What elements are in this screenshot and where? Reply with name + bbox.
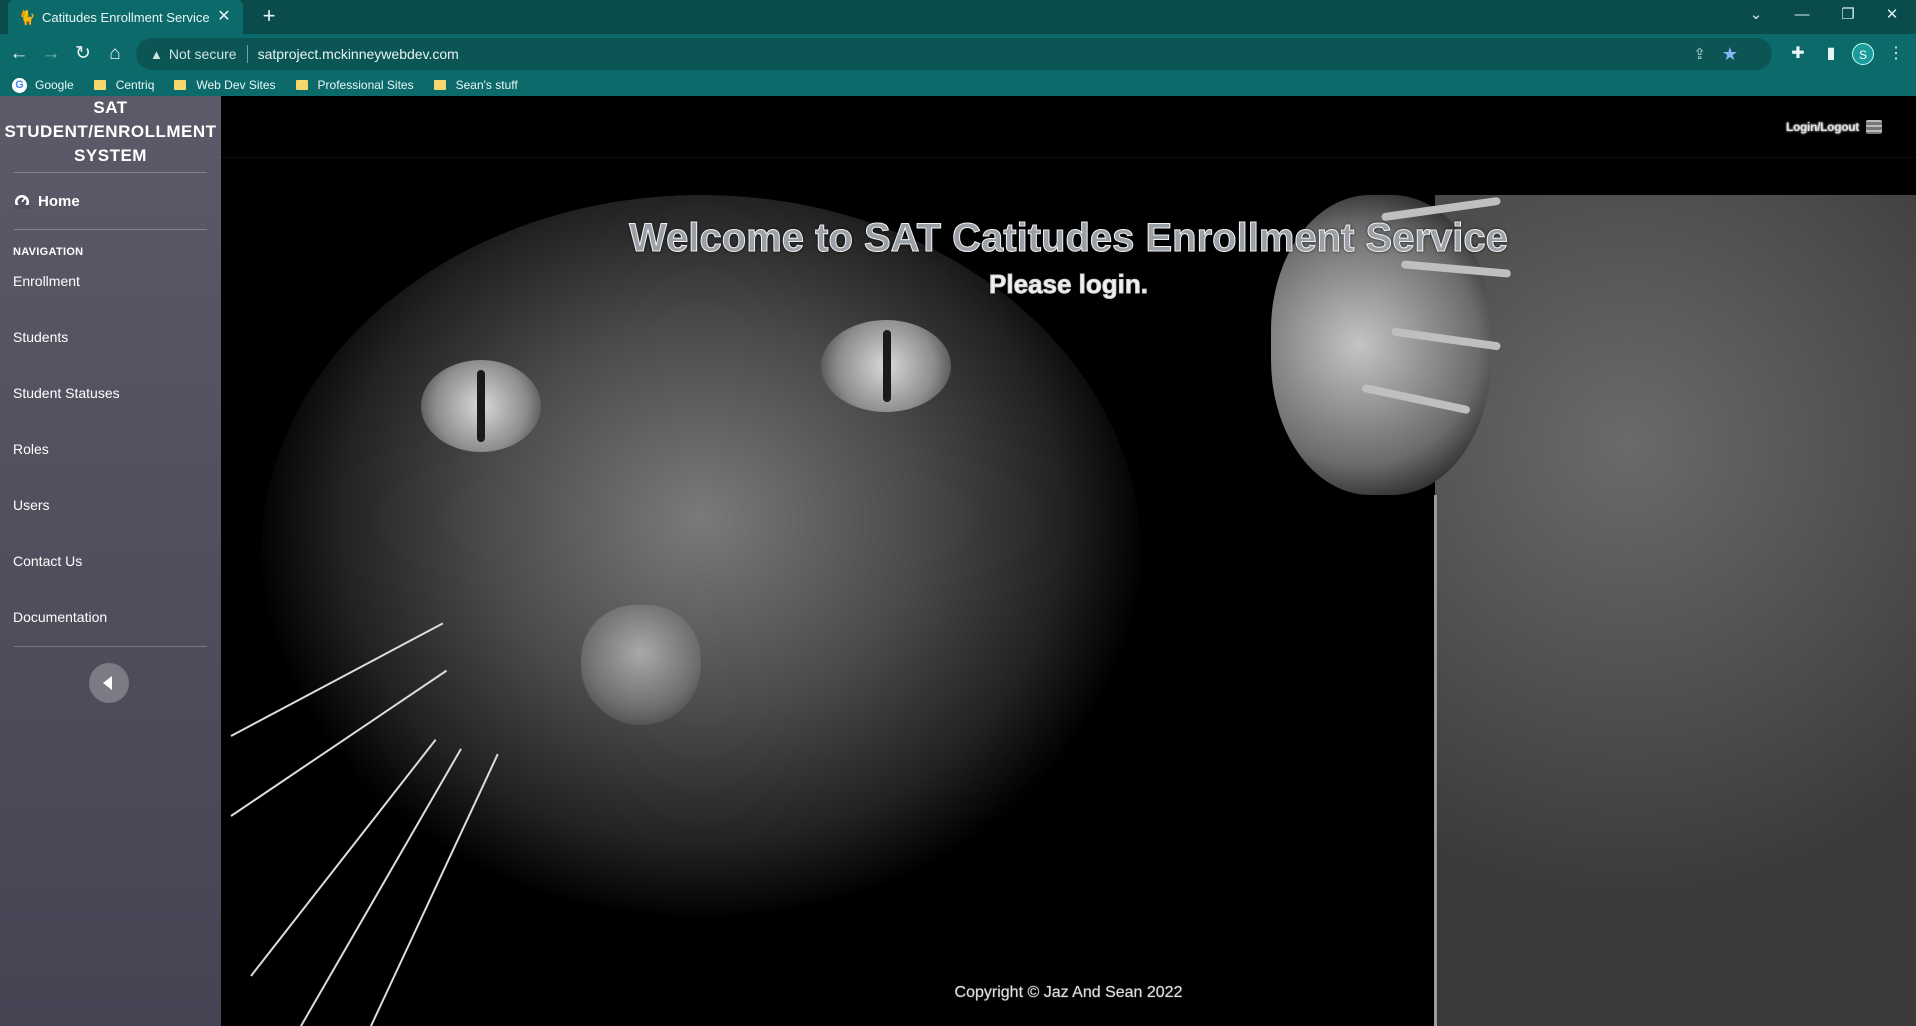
brand-line: SYSTEM [74,146,147,165]
tab-search-icon[interactable]: ⌄ [1736,0,1776,30]
hero-cat-image [221,195,1916,1026]
bookmark-label: Centriq [115,78,155,92]
bookmark-web-dev-sites[interactable]: Web Dev Sites [174,78,276,92]
folder-icon [174,80,187,90]
profile-avatar[interactable]: S [1852,43,1874,65]
bookmark-centriq[interactable]: Centriq [93,78,155,92]
topbar: Login/Logout [221,96,1916,158]
folder-icon [295,80,308,90]
welcome-heading: Welcome to SAT Catitudes Enrollment Serv… [629,216,1509,261]
pupil [883,330,891,402]
folder-icon [433,80,446,90]
login-logout-link[interactable]: Login/Logout [1786,120,1859,134]
google-icon: G [12,77,27,93]
cat-nose [581,605,701,725]
sidebar-item-student-statuses[interactable]: Student Statuses [0,376,221,432]
cat-favicon-icon: 🐈 [18,9,36,25]
bookmark-label: Google [35,78,74,92]
security-label[interactable]: Not secure [169,46,237,62]
sidebar: SAT STUDENT/ENROLLMENT SYSTEM Home NAVIG… [0,96,221,1026]
copyright-footer: Copyright © Jaz And Sean 2022 [954,984,1183,1001]
background-wall [1435,195,1916,1026]
restore-icon[interactable]: ❐ [1828,0,1868,30]
browser-titlebar: 🐈 Catitudes Enrollment Service ✕ + ⌄ — ❐… [0,0,1916,34]
login-prompt: Please login. [989,269,1149,300]
sidebar-item-contact-us[interactable]: Contact Us [0,544,221,600]
sidebar-toggle-button[interactable] [89,663,129,703]
back-icon[interactable]: ← [6,41,32,67]
bookmark-google[interactable]: G Google [12,77,74,93]
nav-heading: NAVIGATION [13,246,84,258]
page: SAT STUDENT/ENROLLMENT SYSTEM Home NAVIG… [0,96,1916,1026]
forward-icon[interactable]: → [38,41,64,67]
main-content: Login/Logout Welcome to SAT Catitudes En… [221,96,1916,1026]
menu-kebab-icon[interactable]: ⋮ [1884,42,1908,66]
url-text[interactable]: satproject.mckinneywebdev.com [258,46,459,62]
pupil [477,370,485,442]
bookmark-star-icon[interactable]: ★ [1722,44,1738,65]
sidebar-item-students[interactable]: Students [0,320,221,376]
wall-edge [1434,495,1437,1026]
browser-tab[interactable]: 🐈 Catitudes Enrollment Service ✕ [8,0,243,34]
sidebar-item-users[interactable]: Users [0,488,221,544]
bookmark-label: Web Dev Sites [196,78,276,92]
cat-left-eye [421,360,541,452]
brand-title[interactable]: SAT STUDENT/ENROLLMENT SYSTEM [0,96,221,168]
address-bar[interactable]: ▲ Not secure satproject.mckinneywebdev.c… [136,38,1772,70]
close-tab-icon[interactable]: ✕ [215,8,233,26]
bookmark-seans-stuff[interactable]: Sean's stuff [433,78,518,92]
dashboard-gauge-icon [14,195,30,209]
bookmark-professional-sites[interactable]: Professional Sites [295,78,414,92]
cat-face [261,195,1141,915]
browser-toolbar: ← → ↻ ⌂ ▲ Not secure satproject.mckinney… [0,34,1916,74]
bookmarks-bar: G Google Centriq Web Dev Sites Professio… [0,74,1916,96]
sidebar-item-documentation[interactable]: Documentation [0,600,221,656]
folder-icon [93,80,106,90]
new-tab-button[interactable]: + [256,4,282,30]
cat-right-eye [821,320,951,412]
user-menu-icon[interactable] [1866,120,1882,134]
sidebar-divider [14,646,207,647]
sidebar-item-roles[interactable]: Roles [0,432,221,488]
bookmark-label: Professional Sites [317,78,414,92]
home-icon[interactable]: ⌂ [102,41,128,67]
bookmark-label: Sean's stuff [455,78,518,92]
reload-icon[interactable]: ↻ [70,41,96,67]
close-window-icon[interactable]: ✕ [1872,0,1912,30]
extensions-icon[interactable]: ✚ [1786,42,1810,66]
share-icon[interactable]: ⇪ [1693,45,1706,63]
minimize-icon[interactable]: — [1782,0,1822,30]
sidebar-item-enrollment[interactable]: Enrollment [0,264,221,320]
brand-line: STUDENT/ENROLLMENT [4,122,217,141]
home-label: Home [38,192,80,210]
sidebar-divider [14,229,207,230]
warning-icon[interactable]: ▲ [150,47,163,62]
omnibox-divider [246,45,248,63]
side-panel-icon[interactable]: ▮ [1819,42,1843,66]
sidebar-item-home[interactable]: Home [0,173,221,229]
brand-line: SAT [93,98,128,117]
tab-title: Catitudes Enrollment Service [42,9,210,25]
